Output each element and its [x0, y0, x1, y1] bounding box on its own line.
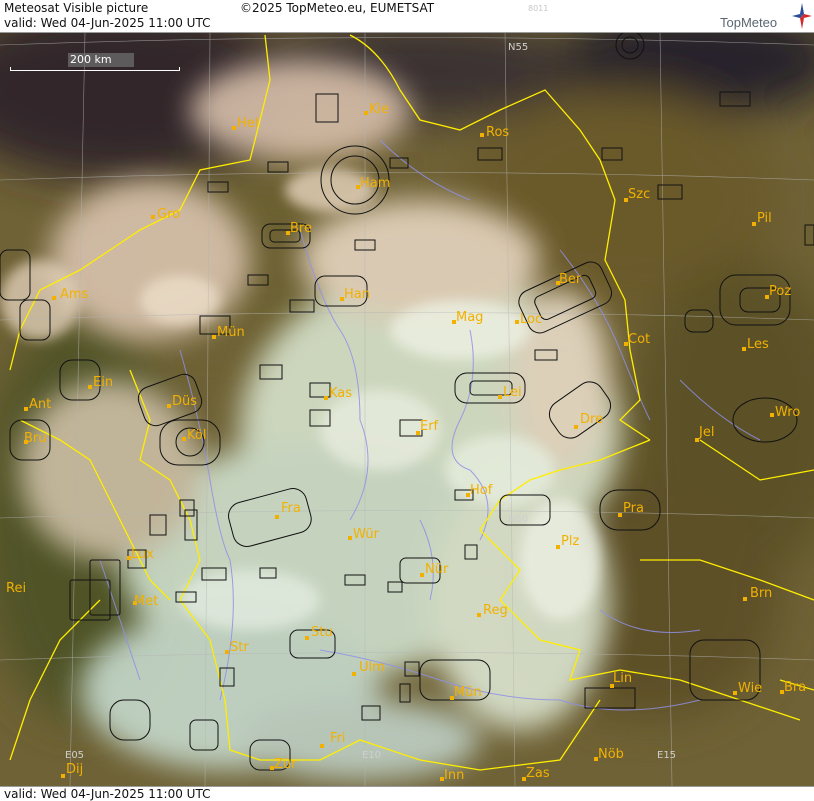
grid-label-e15: E15 — [657, 750, 676, 761]
city-label-ams: Ams — [60, 287, 89, 302]
city-label-rei: Rei — [6, 581, 26, 596]
scale-ruler — [10, 67, 180, 71]
city-label-jel: Jel — [698, 425, 714, 440]
city-label-inn: Inn — [444, 768, 464, 783]
city-label-fra: Fra — [281, 501, 301, 516]
header-bar: Meteosat Visible picture valid: Wed 04-J… — [0, 0, 814, 33]
city-label-les: Les — [747, 337, 769, 352]
city-label-loc: Loc — [520, 312, 542, 327]
city-label-bra: Bra — [784, 680, 806, 695]
city-label-met: Met — [134, 594, 158, 609]
header-code: 8011 — [528, 4, 549, 13]
city-label-szc: Szc — [628, 187, 650, 202]
city-label-han: Han — [344, 287, 370, 302]
city-label-mag: Mag — [456, 310, 483, 325]
grid-label-n55: N55 — [508, 42, 528, 53]
city-label-pra: Pra — [623, 501, 644, 516]
satellite-map: N55 N50 E05 E10 E15 Hel Kie Ros Ham Szc … — [0, 0, 814, 801]
city-label-lux: Lux — [131, 547, 154, 562]
city-label-ulm: Ulm — [359, 660, 385, 675]
city-label-kol: Köl — [187, 428, 206, 443]
city-label-wie: Wie — [738, 681, 762, 696]
city-label-kie: Kie — [369, 102, 389, 117]
city-label-erf: Erf — [420, 419, 439, 434]
city-label-kas: Kas — [329, 386, 352, 401]
header-copyright: ©2025 TopMeteo.eu, EUMETSAT — [240, 1, 435, 15]
city-label-stu: Stu — [311, 625, 333, 640]
city-label-nur: Nür — [425, 562, 449, 577]
city-label-wro: Wro — [775, 405, 800, 420]
city-label-zas: Zas — [526, 766, 550, 781]
city-label-dre: Dre — [580, 412, 603, 427]
compass-star-icon — [792, 3, 812, 29]
city-label-fri: Fri — [330, 731, 346, 746]
grid-label-e05: E05 — [65, 750, 84, 761]
city-label-lei: Lei — [503, 385, 522, 400]
grid-label-e10: E10 — [362, 750, 381, 761]
scale-label: 200 km — [70, 53, 112, 66]
grid-label-n50: N50 — [508, 514, 528, 525]
city-label-ein: Ein — [93, 375, 113, 390]
brand-name: TopMeteo — [720, 15, 778, 30]
city-label-ant: Ant — [29, 397, 51, 412]
city-label-dus: Düs — [172, 394, 197, 409]
city-label-brn: Brn — [750, 586, 772, 601]
city-label-str: Str — [230, 640, 249, 655]
city-label-pil: Pil — [757, 211, 772, 226]
city-label-lin: Lin — [613, 671, 632, 686]
city-label-ham: Ham — [360, 176, 390, 191]
map-stage: N55 N50 E05 E10 E15 Hel Kie Ros Ham Szc … — [0, 0, 814, 801]
city-label-dij: Dij — [66, 762, 83, 777]
city-label-cot: Cot — [628, 332, 650, 347]
city-label-mun-bayern: Mün — [454, 685, 482, 700]
city-label-bre: Bre — [290, 221, 312, 236]
city-label-zur: Zür — [274, 757, 297, 772]
city-label-ber: Ber — [559, 272, 582, 287]
scale-bar: 200 km — [10, 53, 180, 73]
header-title: Meteosat Visible picture — [4, 1, 149, 15]
city-label-reg: Reg — [483, 603, 508, 618]
city-label-ros: Ros — [486, 125, 509, 140]
header-valid-time: valid: Wed 04-Jun-2025 11:00 UTC — [4, 16, 211, 30]
footer-bar: valid: Wed 04-Jun-2025 11:00 UTC — [0, 786, 814, 801]
topmeteo-logo: TopMeteo — [720, 2, 812, 30]
city-label-hof: Hof — [470, 483, 493, 498]
city-label-hel: Hel — [237, 116, 258, 131]
city-label-mun-westfalen: Mün — [217, 325, 245, 340]
city-label-poz: Poz — [769, 284, 791, 299]
city-label-wur: Wür — [353, 527, 380, 542]
city-label-plz: Plz — [561, 534, 579, 549]
city-label-bru: Bru — [24, 431, 47, 446]
city-label-gro: Gro — [157, 207, 180, 222]
footer-valid-time: valid: Wed 04-Jun-2025 11:00 UTC — [4, 787, 211, 801]
city-label-nob: Nöb — [598, 747, 624, 762]
